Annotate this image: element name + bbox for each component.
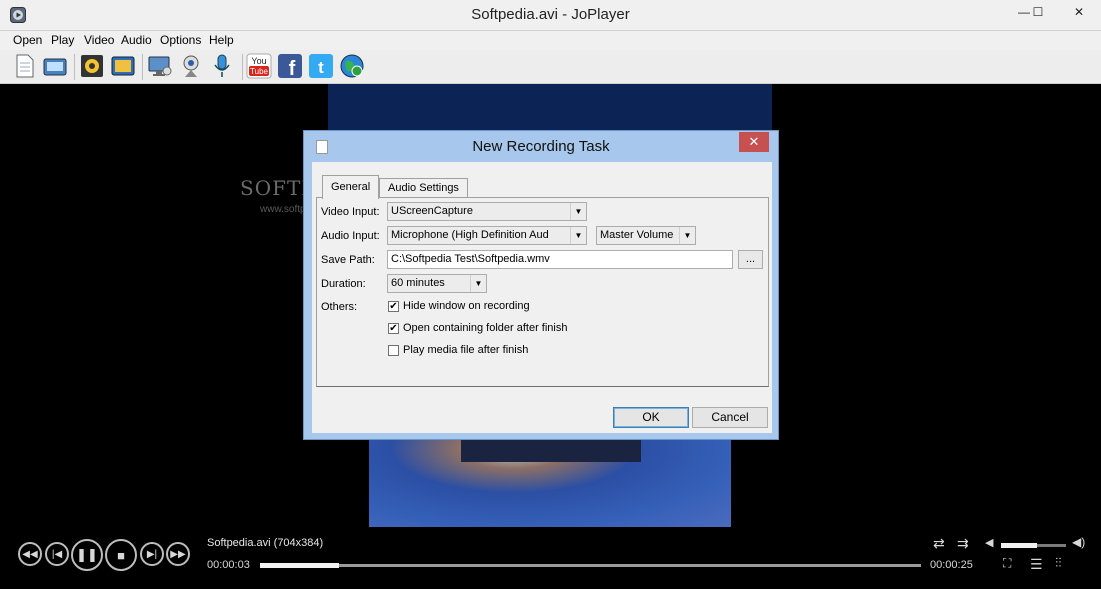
dialog-title: New Recording Task (472, 138, 610, 155)
stop-button[interactable]: ■ (105, 539, 137, 571)
video-input-value: UScreenCapture (391, 205, 473, 217)
screen-record-icon[interactable] (147, 53, 173, 79)
toolbar-separator (142, 54, 143, 80)
volume-source-value: Master Volume (600, 229, 674, 241)
new-recording-task-dialog: New Recording Task ✕ General Audio Setti… (303, 130, 779, 440)
seek-bar-fill (260, 563, 340, 568)
duration-value: 60 minutes (391, 277, 445, 289)
tab-general[interactable]: General (322, 175, 380, 199)
volume-low-icon[interactable]: ◀ (985, 536, 993, 549)
shuffle-icon[interactable]: ⇉ (957, 535, 969, 552)
menu-open[interactable]: Open (13, 33, 42, 47)
ok-button[interactable]: OK (613, 407, 689, 428)
chevron-down-icon: ▼ (470, 275, 486, 292)
facebook-icon[interactable]: f (277, 53, 303, 79)
window-title: Softpedia.avi - JoPlayer (471, 6, 630, 23)
seek-bar[interactable] (260, 563, 921, 568)
web-icon[interactable] (339, 53, 365, 79)
open-dvd-icon[interactable] (42, 53, 68, 79)
video-input-label: Video Input: (321, 206, 380, 218)
pause-icon: ❚❚ (76, 547, 98, 562)
fast-forward-icon: ▶▶ (170, 548, 186, 560)
menu-bar: Open Play Video Audio Options Help (0, 31, 1101, 50)
toolbar-separator (242, 54, 243, 80)
repeat-icon[interactable]: ⇄ (933, 535, 945, 552)
rewind-button[interactable]: ◀◀ (18, 542, 42, 566)
hide-window-label: Hide window on recording (403, 300, 530, 312)
previous-icon: |◀ (51, 548, 63, 560)
svg-text:Tube: Tube (250, 67, 268, 76)
youtube-icon[interactable]: You Tube (246, 53, 272, 79)
rewind-icon: ◀◀ (22, 548, 38, 560)
playlist-icon[interactable]: ☰ (1030, 556, 1043, 573)
audio-input-value: Microphone (High Definition Aud (391, 229, 549, 241)
svg-text:t: t (318, 58, 324, 77)
cancel-button[interactable]: Cancel (692, 407, 768, 428)
open-folder-checkbox[interactable]: ✔ (388, 323, 399, 334)
previous-button[interactable]: |◀ (45, 542, 69, 566)
menu-help[interactable]: Help (209, 33, 234, 47)
equalizer-icon[interactable]: ⫶⫶ (1055, 555, 1062, 571)
stop-icon: ■ (117, 547, 125, 563)
webcam-icon[interactable] (178, 53, 204, 79)
now-playing-label: Softpedia.avi (704x384) (207, 537, 324, 549)
dialog-close-button[interactable]: ✕ (739, 132, 769, 152)
video-input-select[interactable]: UScreenCapture ▼ (387, 202, 587, 221)
total-time: 00:00:25 (930, 559, 973, 571)
open-file-icon[interactable] (12, 53, 38, 79)
duration-select[interactable]: 60 minutes ▼ (387, 274, 487, 293)
tab-audio-settings[interactable]: Audio Settings (379, 178, 468, 198)
volume-slider-fill (1001, 543, 1037, 548)
elapsed-time: 00:00:03 (207, 559, 250, 571)
chevron-down-icon: ▼ (570, 203, 586, 220)
player-controls: ◀◀ |◀ ❚❚ ■ ▶| ▶▶ Softpedia.avi (704x384)… (0, 527, 1101, 589)
menu-video[interactable]: Video (84, 33, 114, 47)
svg-text:You: You (251, 56, 266, 66)
duration-label: Duration: (321, 278, 366, 290)
close-button[interactable]: ✕ (1063, 0, 1095, 24)
title-bar: Softpedia.avi - JoPlayer — ☐ ✕ (0, 0, 1101, 31)
open-folder-label: Open containing folder after finish (403, 322, 568, 334)
play-media-label: Play media file after finish (403, 344, 529, 356)
capture-icon[interactable] (79, 53, 105, 79)
next-button[interactable]: ▶| (140, 542, 164, 566)
snapshot-icon[interactable] (110, 53, 136, 79)
next-icon: ▶| (146, 548, 158, 560)
menu-play[interactable]: Play (51, 33, 74, 47)
microphone-icon[interactable] (209, 53, 235, 79)
chevron-down-icon: ▼ (570, 227, 586, 244)
maximize-button[interactable]: ☐ (1022, 0, 1054, 24)
others-label: Others: (321, 301, 358, 313)
browse-button[interactable]: ... (738, 250, 763, 269)
toolbar-separator (74, 54, 75, 80)
hide-window-checkbox[interactable]: ✔ (388, 301, 399, 312)
fullscreen-icon[interactable]: ⛶ (1003, 556, 1011, 571)
chevron-down-icon: ▼ (679, 227, 695, 244)
audio-input-select[interactable]: Microphone (High Definition Aud ▼ (387, 226, 587, 245)
general-tab-panel: Video Input: UScreenCapture ▼ Audio Inpu… (316, 197, 769, 387)
video-frame-top (328, 84, 772, 132)
volume-slider[interactable] (1001, 543, 1066, 548)
audio-input-label: Audio Input: (321, 230, 380, 242)
volume-source-select[interactable]: Master Volume ▼ (596, 226, 696, 245)
fast-forward-button[interactable]: ▶▶ (166, 542, 190, 566)
play-media-checkbox[interactable] (388, 345, 399, 356)
svg-text:f: f (289, 58, 296, 79)
save-path-input[interactable]: C:\Softpedia Test\Softpedia.wmv (387, 250, 733, 269)
menu-audio[interactable]: Audio (121, 33, 152, 47)
save-path-label: Save Path: (321, 254, 375, 266)
dialog-body: General Audio Settings Video Input: UScr… (312, 162, 772, 433)
twitter-icon[interactable]: t (308, 53, 334, 79)
toolbar: You Tube f t (0, 50, 1101, 84)
video-frame-bottom (369, 440, 731, 527)
pause-button[interactable]: ❚❚ (71, 539, 103, 571)
menu-options[interactable]: Options (160, 33, 201, 47)
volume-high-icon[interactable]: ◀) (1072, 535, 1085, 549)
